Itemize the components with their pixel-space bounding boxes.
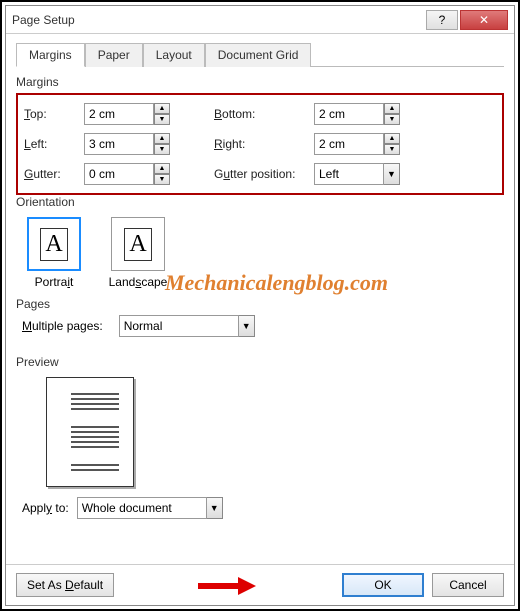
page-setup-dialog: Page Setup ? ✕ Margins Paper Layout Docu…: [5, 5, 515, 606]
pages-section-label: Pages: [16, 297, 504, 311]
orientation-section-label: Orientation: [16, 195, 504, 209]
gutter-position-combo[interactable]: [314, 163, 384, 185]
tab-margins[interactable]: Margins: [16, 43, 85, 67]
pages-group: Multiple pages: ▼: [16, 315, 504, 337]
preview-area: [16, 373, 504, 487]
multiple-pages-combo[interactable]: [119, 315, 239, 337]
tab-layout[interactable]: Layout: [143, 43, 205, 67]
right-input[interactable]: [314, 133, 384, 155]
titlebar: Page Setup ? ✕: [6, 6, 514, 34]
gutter-input[interactable]: [84, 163, 154, 185]
apply-to-dropdown[interactable]: ▼: [207, 497, 223, 519]
right-spin-up[interactable]: ▲: [384, 133, 400, 144]
top-spin-up[interactable]: ▲: [154, 103, 170, 114]
bottom-spin-up[interactable]: ▲: [384, 103, 400, 114]
close-button[interactable]: ✕: [460, 10, 508, 30]
top-label: Top:: [24, 107, 84, 121]
top-spin-down[interactable]: ▼: [154, 114, 170, 125]
dialog-title: Page Setup: [12, 13, 426, 27]
bottom-spin-down[interactable]: ▼: [384, 114, 400, 125]
tab-strip: Margins Paper Layout Document Grid: [16, 42, 504, 67]
apply-to-row: Apply to: ▼: [16, 487, 504, 519]
set-as-default-button[interactable]: Set As Default: [16, 573, 114, 597]
landscape-icon: A: [124, 228, 151, 261]
preview-section-label: Preview: [16, 355, 504, 369]
orientation-landscape[interactable]: A: [111, 217, 165, 271]
help-icon: ?: [439, 13, 446, 27]
tab-document-grid[interactable]: Document Grid: [205, 43, 312, 67]
orientation-group: A Portrait A Landscape: [16, 213, 504, 289]
margins-section-label: Margins: [16, 75, 504, 89]
gutter-label: Gutter:: [24, 167, 84, 181]
multiple-pages-dropdown[interactable]: ▼: [239, 315, 255, 337]
left-spin-down[interactable]: ▼: [154, 144, 170, 155]
left-input[interactable]: [84, 133, 154, 155]
dialog-footer: Set As Default OK Cancel: [6, 564, 514, 605]
bottom-label: Bottom:: [214, 107, 314, 121]
cancel-button[interactable]: Cancel: [432, 573, 504, 597]
left-spin-up[interactable]: ▲: [154, 133, 170, 144]
bottom-input[interactable]: [314, 103, 384, 125]
ok-button[interactable]: OK: [342, 573, 424, 597]
tab-paper[interactable]: Paper: [85, 43, 143, 67]
orientation-portrait[interactable]: A: [27, 217, 81, 271]
right-label: Right:: [214, 137, 314, 151]
landscape-label: Landscape: [106, 275, 170, 289]
multiple-pages-label: Multiple pages:: [22, 319, 103, 333]
gutter-position-dropdown[interactable]: ▼: [384, 163, 400, 185]
top-input[interactable]: [84, 103, 154, 125]
apply-to-combo[interactable]: [77, 497, 207, 519]
gutter-spin-down[interactable]: ▼: [154, 174, 170, 185]
help-button[interactable]: ?: [426, 10, 458, 30]
gutter-position-label: Gutter position:: [214, 167, 314, 181]
portrait-icon: A: [40, 228, 67, 261]
right-spin-down[interactable]: ▼: [384, 144, 400, 155]
portrait-label: Portrait: [22, 275, 86, 289]
margins-group: Top: ▲▼ Bottom: ▲▼ Left: ▲▼ Right: ▲▼: [16, 93, 504, 195]
gutter-spin-up[interactable]: ▲: [154, 163, 170, 174]
left-label: Left:: [24, 137, 84, 151]
arrow-annotation-icon: [198, 578, 258, 592]
apply-to-label: Apply to:: [22, 501, 69, 515]
close-icon: ✕: [479, 13, 489, 27]
preview-page-icon: [46, 377, 134, 487]
